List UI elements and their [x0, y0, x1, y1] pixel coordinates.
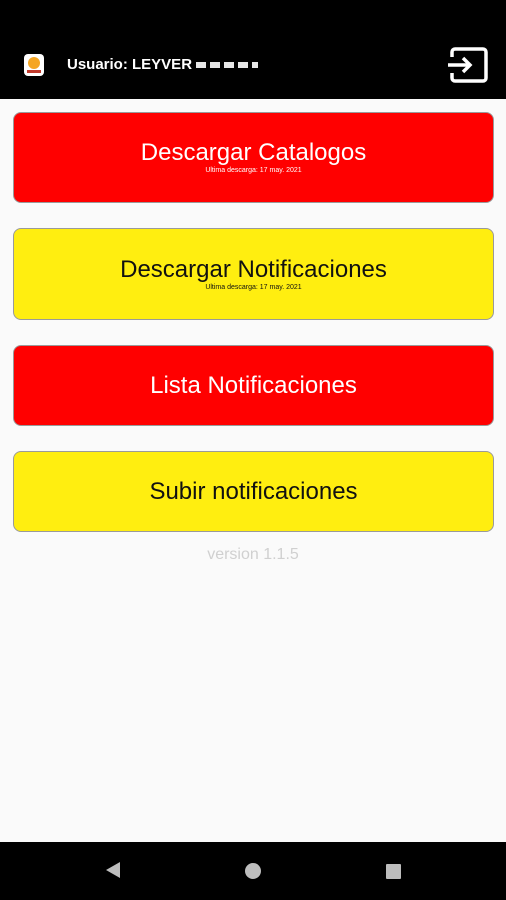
- redacted-name: [196, 62, 259, 69]
- subir-notificaciones-button[interactable]: Subir notificaciones: [13, 451, 494, 532]
- logout-icon: [448, 47, 488, 83]
- descargar-catalogos-label: Descargar Catalogos: [140, 139, 367, 166]
- app-logo-icon: [24, 54, 44, 76]
- app-bar: Usuario: LEYVER: [0, 0, 506, 99]
- back-icon[interactable]: [106, 862, 120, 878]
- version-label: version 1.1.5: [207, 546, 299, 563]
- catalogos-last-download: Ultima descarga: 17 may. 2021: [205, 167, 302, 174]
- recents-icon[interactable]: [386, 864, 401, 879]
- descargar-notificaciones-button[interactable]: Descargar Notificaciones Ultima descarga…: [13, 228, 494, 320]
- descargar-catalogos-button[interactable]: Descargar Catalogos Ultima descarga: 17 …: [13, 112, 494, 203]
- logout-button[interactable]: [448, 44, 490, 86]
- descargar-notificaciones-label: Descargar Notificaciones: [120, 255, 387, 283]
- lista-notificaciones-button[interactable]: Lista Notificaciones: [13, 345, 494, 426]
- lista-notificaciones-label: Lista Notificaciones: [150, 371, 357, 399]
- notificaciones-last-download: Ultima descarga: 17 may. 2021: [205, 283, 302, 291]
- subir-notificaciones-label: Subir notificaciones: [149, 477, 358, 505]
- user-title-text: Usuario: LEYVER: [67, 56, 193, 73]
- home-icon[interactable]: [245, 863, 261, 879]
- user-title: Usuario: LEYVER: [67, 56, 259, 73]
